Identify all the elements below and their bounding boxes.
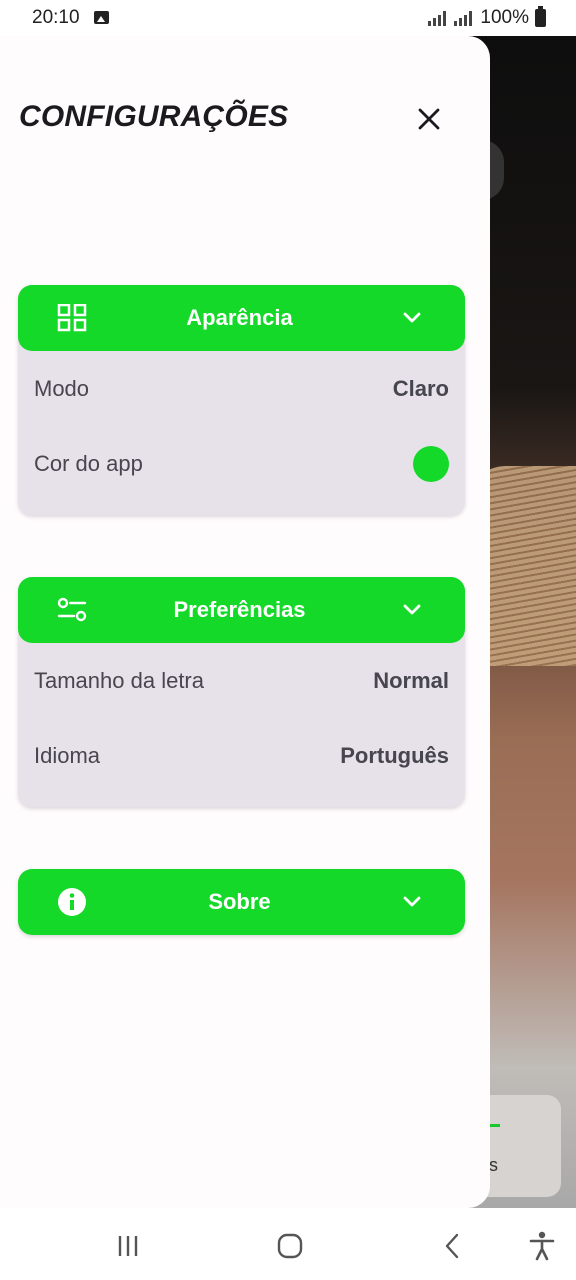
signal-icon	[428, 10, 447, 26]
status-right: 100%	[428, 6, 546, 29]
section-appearance-header[interactable]: Aparência	[18, 285, 465, 351]
row-language-label: Idioma	[34, 742, 101, 768]
signal-icon-2	[454, 10, 473, 26]
navigation-bar	[0, 1208, 576, 1280]
chevron-down-icon	[401, 307, 423, 329]
row-app-color-label: Cor do app	[34, 450, 143, 476]
row-font-size[interactable]: Tamanho da letra Normal	[18, 643, 465, 718]
row-language-value: Português	[340, 742, 449, 768]
home-button[interactable]	[270, 1228, 310, 1264]
row-language[interactable]: Idioma Português	[18, 718, 465, 793]
row-mode-value: Claro	[392, 375, 449, 401]
close-icon	[418, 108, 440, 130]
accessibility-button[interactable]	[522, 1228, 562, 1264]
battery-icon	[535, 6, 546, 27]
row-font-size-value: Normal	[373, 667, 449, 693]
section-preferences: Preferências Tamanho da letra Normal Idi…	[18, 577, 465, 807]
accessibility-icon	[529, 1231, 555, 1261]
drawer-title: CONFIGURAÇÕES	[19, 100, 289, 133]
info-icon	[56, 887, 88, 917]
row-app-color[interactable]: Cor do app	[18, 426, 465, 501]
row-mode[interactable]: Modo Claro	[18, 351, 465, 426]
grid-icon	[56, 303, 88, 333]
section-about-header[interactable]: Sobre	[18, 869, 465, 935]
back-icon	[445, 1233, 459, 1259]
close-button[interactable]	[406, 96, 452, 142]
settings-drawer: CONFIGURAÇÕES Aparência Modo Claro Cor d…	[0, 36, 490, 1208]
status-time: 20:10	[32, 7, 80, 28]
recent-apps-icon	[118, 1236, 138, 1256]
back-button[interactable]	[432, 1228, 472, 1264]
row-mode-label: Modo	[34, 375, 90, 401]
status-bar: 20:10 100%	[0, 0, 576, 36]
section-appearance: Aparência Modo Claro Cor do app	[18, 285, 465, 515]
app-color-swatch[interactable]	[413, 445, 449, 482]
battery-percent: 100%	[480, 7, 529, 28]
chevron-down-icon	[401, 891, 423, 913]
recent-apps-button[interactable]	[108, 1228, 148, 1264]
row-font-size-label: Tamanho da letra	[34, 667, 204, 693]
section-about: Sobre	[18, 869, 465, 935]
chevron-down-icon	[401, 599, 423, 621]
section-preferences-header[interactable]: Preferências	[18, 577, 465, 643]
image-notification-icon	[94, 11, 109, 24]
sliders-icon	[56, 595, 88, 625]
home-icon	[277, 1233, 303, 1259]
